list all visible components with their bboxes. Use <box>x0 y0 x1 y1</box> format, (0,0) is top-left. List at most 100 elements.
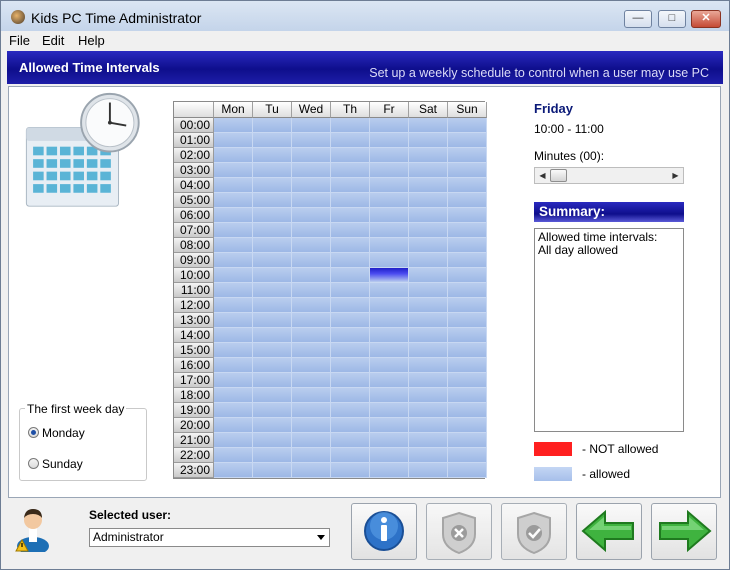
schedule-cell[interactable] <box>292 178 331 193</box>
schedule-cell[interactable] <box>409 403 448 418</box>
hour-header[interactable]: 08:00 <box>174 238 214 253</box>
schedule-cell[interactable] <box>253 283 292 298</box>
schedule-cell[interactable] <box>448 283 487 298</box>
schedule-cell[interactable] <box>292 343 331 358</box>
schedule-cell[interactable] <box>253 208 292 223</box>
schedule-cell[interactable] <box>292 148 331 163</box>
schedule-cell[interactable] <box>253 148 292 163</box>
schedule-cell[interactable] <box>448 178 487 193</box>
schedule-cell[interactable] <box>370 223 409 238</box>
schedule-cell[interactable] <box>253 463 292 478</box>
hour-header[interactable]: 16:00 <box>174 358 214 373</box>
hour-header[interactable]: 21:00 <box>174 433 214 448</box>
schedule-cell[interactable] <box>409 163 448 178</box>
schedule-cell[interactable] <box>214 448 253 463</box>
schedule-cell[interactable] <box>448 433 487 448</box>
schedule-cell[interactable] <box>409 388 448 403</box>
deny-button[interactable] <box>426 503 492 560</box>
schedule-cell[interactable] <box>448 448 487 463</box>
schedule-cell[interactable] <box>370 358 409 373</box>
schedule-cell[interactable] <box>292 193 331 208</box>
schedule-cell[interactable] <box>331 433 370 448</box>
schedule-cell[interactable] <box>331 133 370 148</box>
schedule-cell[interactable] <box>253 418 292 433</box>
radio-sunday[interactable] <box>28 458 39 469</box>
schedule-cell[interactable] <box>331 118 370 133</box>
schedule-cell[interactable] <box>448 298 487 313</box>
schedule-cell[interactable] <box>253 448 292 463</box>
hour-header[interactable]: 20:00 <box>174 418 214 433</box>
schedule-cell[interactable] <box>292 163 331 178</box>
schedule-cell[interactable] <box>214 463 253 478</box>
schedule-cell[interactable] <box>253 358 292 373</box>
schedule-cell[interactable] <box>448 118 487 133</box>
hour-header[interactable]: 23:00 <box>174 463 214 478</box>
info-button[interactable] <box>351 503 417 560</box>
schedule-cell[interactable] <box>370 433 409 448</box>
day-header-mon[interactable]: Mon <box>214 102 253 118</box>
hour-header[interactable]: 14:00 <box>174 328 214 343</box>
back-button[interactable] <box>576 503 642 560</box>
schedule-cell[interactable] <box>409 343 448 358</box>
hour-header[interactable]: 01:00 <box>174 133 214 148</box>
schedule-cell[interactable] <box>214 328 253 343</box>
schedule-cell[interactable] <box>448 193 487 208</box>
schedule-cell[interactable] <box>214 208 253 223</box>
schedule-cell[interactable] <box>214 283 253 298</box>
schedule-cell[interactable] <box>331 148 370 163</box>
menu-file[interactable]: File <box>9 33 30 48</box>
schedule-cell[interactable] <box>292 283 331 298</box>
schedule-cell[interactable] <box>253 253 292 268</box>
schedule-cell[interactable] <box>331 358 370 373</box>
schedule-cell[interactable] <box>292 448 331 463</box>
schedule-cell[interactable] <box>331 388 370 403</box>
schedule-cell[interactable] <box>292 418 331 433</box>
schedule-cell[interactable] <box>214 253 253 268</box>
schedule-cell[interactable] <box>409 148 448 163</box>
schedule-cell[interactable] <box>409 418 448 433</box>
schedule-cell[interactable] <box>214 343 253 358</box>
schedule-cell[interactable] <box>292 313 331 328</box>
schedule-cell[interactable] <box>331 178 370 193</box>
schedule-cell[interactable] <box>214 133 253 148</box>
menu-help[interactable]: Help <box>78 33 105 48</box>
schedule-cell[interactable] <box>448 253 487 268</box>
schedule-cell[interactable] <box>448 163 487 178</box>
schedule-cell[interactable] <box>409 268 448 283</box>
schedule-cell[interactable] <box>253 403 292 418</box>
allow-button[interactable] <box>501 503 567 560</box>
schedule-cell[interactable] <box>253 163 292 178</box>
schedule-cell[interactable] <box>253 118 292 133</box>
schedule-cell[interactable] <box>331 313 370 328</box>
schedule-cell[interactable] <box>253 223 292 238</box>
schedule-cell[interactable] <box>370 118 409 133</box>
hour-header[interactable]: 15:00 <box>174 343 214 358</box>
schedule-cell[interactable] <box>253 433 292 448</box>
schedule-cell[interactable] <box>409 193 448 208</box>
schedule-cell[interactable] <box>331 298 370 313</box>
schedule-cell[interactable] <box>409 208 448 223</box>
schedule-cell[interactable] <box>409 133 448 148</box>
close-button[interactable]: ✕ <box>691 10 721 28</box>
radio-sunday-label[interactable]: Sunday <box>42 457 83 471</box>
schedule-cell[interactable] <box>448 358 487 373</box>
schedule-cell[interactable] <box>292 463 331 478</box>
minutes-slider[interactable]: ◀ ▶ <box>534 167 684 184</box>
schedule-cell[interactable] <box>253 373 292 388</box>
hour-header[interactable]: 10:00 <box>174 268 214 283</box>
schedule-cell[interactable] <box>448 418 487 433</box>
hour-header[interactable]: 04:00 <box>174 178 214 193</box>
schedule-cell[interactable] <box>409 253 448 268</box>
scroll-right-icon[interactable]: ▶ <box>670 170 681 181</box>
schedule-cell[interactable] <box>370 463 409 478</box>
schedule-cell[interactable] <box>370 313 409 328</box>
hour-header[interactable]: 03:00 <box>174 163 214 178</box>
schedule-cell[interactable] <box>292 328 331 343</box>
schedule-cell[interactable] <box>370 448 409 463</box>
schedule-cell[interactable] <box>331 343 370 358</box>
schedule-cell[interactable] <box>331 403 370 418</box>
scroll-left-icon[interactable]: ◀ <box>537 170 548 181</box>
chevron-down-icon[interactable] <box>317 535 325 540</box>
schedule-cell[interactable] <box>331 253 370 268</box>
schedule-cell[interactable] <box>409 433 448 448</box>
